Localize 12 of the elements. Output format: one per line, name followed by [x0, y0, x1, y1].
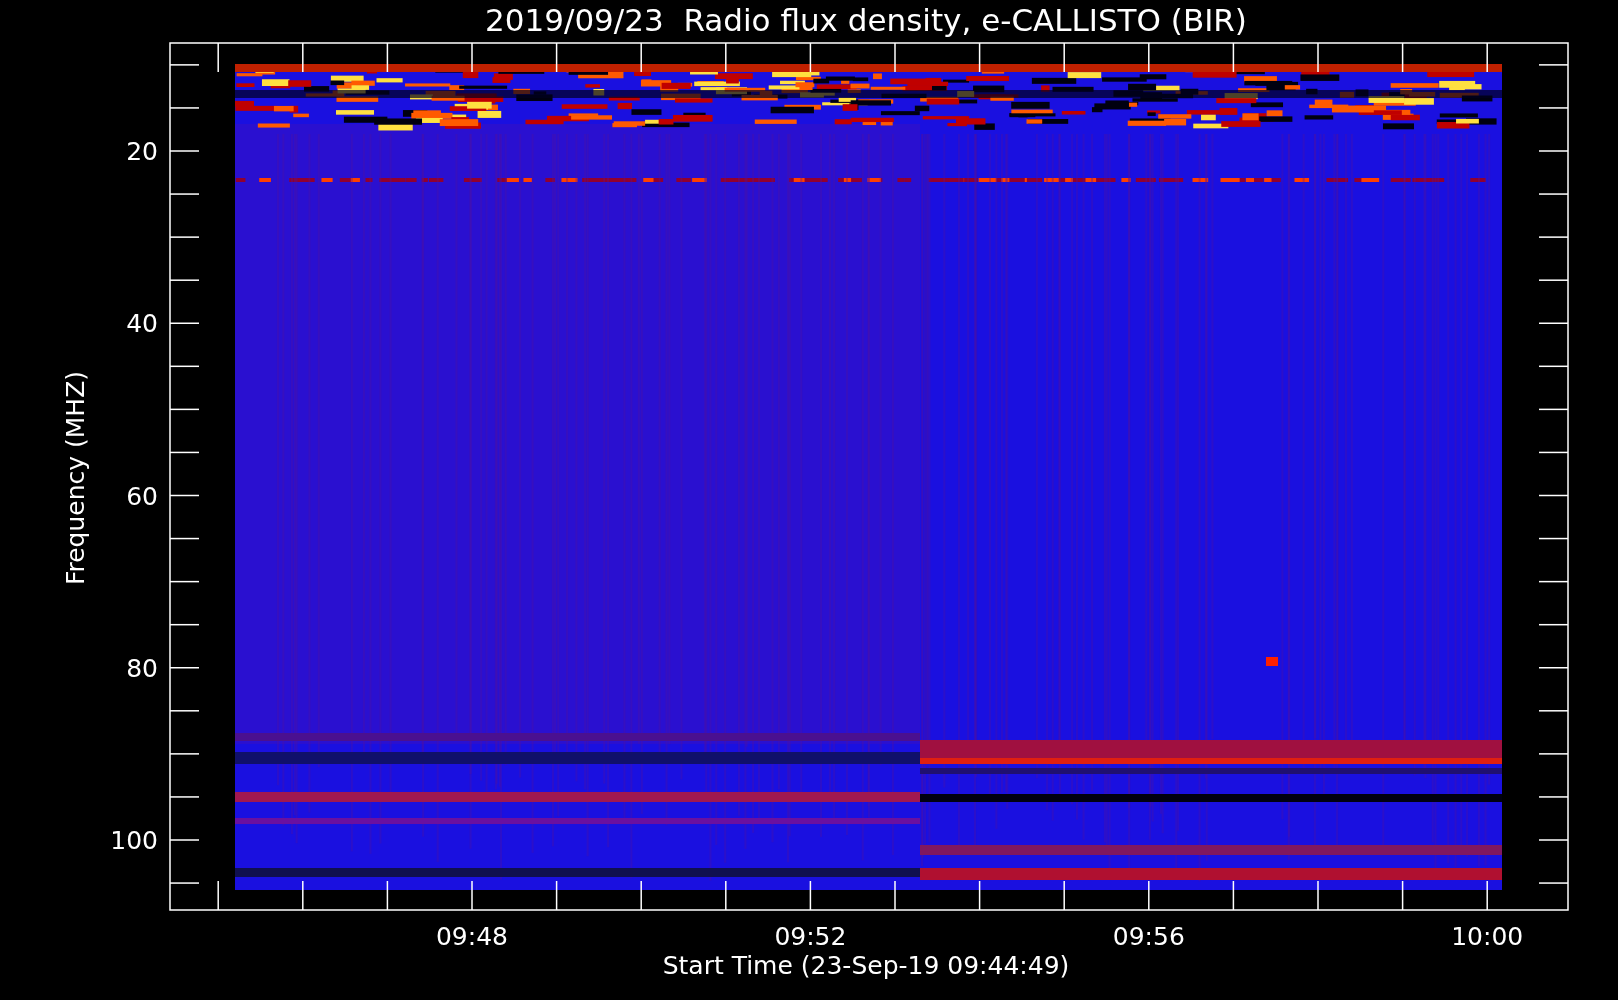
x-tick-label: 09:56 — [1112, 922, 1185, 951]
y-tick-label: 40 — [126, 309, 158, 339]
x-tick-label: 09:48 — [436, 922, 508, 951]
y-tick-label: 100 — [110, 826, 158, 855]
y-tick-label: 80 — [126, 653, 158, 683]
plot-title: 2019/09/23 Radio flux density, e-CALLISTO (BIR) — [485, 2, 1247, 38]
x-tick-label: 10:00 — [1451, 922, 1524, 951]
x-tick-label: 09:52 — [774, 922, 847, 951]
y-axis-label: Frequency (MHZ) — [61, 370, 90, 586]
x-axis-label: Start Time (23-Sep-19 09:44:49) — [662, 951, 1070, 980]
y-tick-label: 20 — [126, 137, 158, 166]
y-tick-label: 60 — [126, 481, 158, 511]
